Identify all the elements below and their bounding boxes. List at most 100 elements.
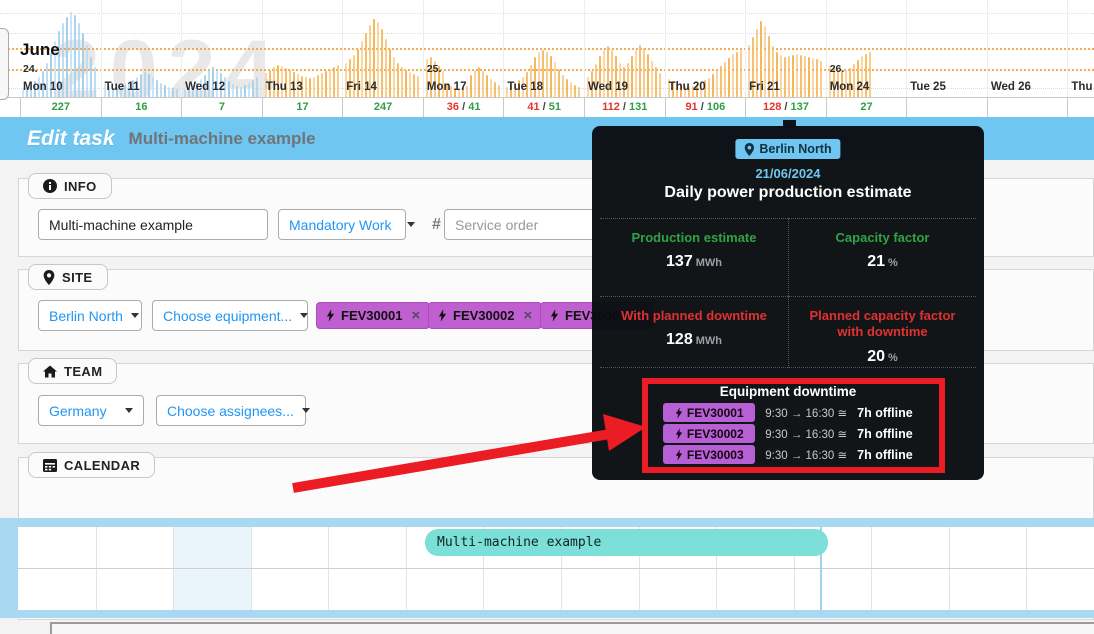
timeline-day[interactable]: Wed 19 (584, 0, 665, 97)
histogram-bar (639, 45, 641, 97)
histogram-bar (417, 76, 419, 97)
equipment-tag-label: FEV30002 (453, 308, 514, 323)
timeline-day[interactable]: Tue 25 (906, 0, 987, 97)
timeline-day[interactable]: Wed 12 (181, 0, 262, 97)
metric-capacity-factor: Capacity factor 21% (788, 218, 976, 296)
team-tab-label: TEAM (64, 364, 102, 379)
histogram-bar (498, 85, 500, 97)
histogram-bar (397, 63, 399, 97)
histogram-bar (329, 69, 331, 97)
tooltip-metrics: Production estimate 137MWh Capacity fact… (600, 218, 976, 368)
day-label: Tue 11 (105, 81, 140, 93)
timeline-day[interactable]: Thu (1067, 0, 1094, 97)
site-tab: SITE (28, 264, 108, 290)
calendar-row-divider (18, 568, 1094, 569)
histogram-bar (635, 50, 637, 97)
timeline-day-count: 91 / 106 (665, 98, 746, 118)
calendar-grid[interactable]: Multi-machine example (18, 527, 1094, 610)
calendar-highlight-band: Multi-machine example (0, 518, 1094, 618)
histogram-bar (724, 62, 726, 97)
chevron-down-icon (302, 408, 310, 413)
timeline-day[interactable]: 26. Mon 24 (826, 0, 907, 97)
remove-tag-icon[interactable]: × (523, 307, 532, 324)
histogram-bar (550, 56, 552, 97)
equipment-tag[interactable]: FEV30002 × (428, 302, 542, 329)
histogram-bar (377, 22, 379, 97)
metric-unit: MWh (696, 257, 722, 269)
tooltip-date: 21/06/2024 (592, 166, 984, 181)
histogram-bar (381, 29, 383, 97)
histogram-bar (164, 85, 166, 97)
day-label: Mon 17 (427, 81, 467, 93)
histogram-bar (474, 70, 476, 97)
timeline-count-row: 2271671724736 / 4141 / 51112 / 13191 / 1… (0, 97, 1094, 117)
timeline-day[interactable]: 25.Mon 17 (423, 0, 504, 97)
histogram-bar (631, 56, 633, 97)
timeline-day-count (987, 98, 1068, 118)
lightning-icon (550, 309, 559, 322)
histogram-bar (804, 56, 806, 97)
histogram-bar (732, 54, 734, 97)
histogram-bar (333, 67, 335, 97)
task-bar[interactable]: Multi-machine example (425, 529, 828, 556)
chevron-down-icon (125, 408, 133, 413)
histogram-bar (393, 57, 395, 97)
timeline-day[interactable]: Thu 20 (665, 0, 746, 97)
info-tab-label: INFO (64, 179, 97, 194)
site-dropdown[interactable]: Berlin North (38, 300, 142, 331)
histogram-bar (808, 57, 810, 97)
timeline-day[interactable]: Wed 26 (987, 0, 1068, 97)
histogram-bar (305, 77, 307, 97)
histogram-bar (566, 79, 568, 97)
remove-tag-icon[interactable]: × (411, 307, 420, 324)
histogram-bar (647, 54, 649, 97)
service-order-hash: # (432, 216, 441, 234)
metric-unit: % (888, 352, 898, 364)
task-name-input[interactable] (38, 209, 268, 240)
histogram-bar (94, 67, 96, 97)
histogram-bar (546, 52, 548, 97)
histogram-bar (792, 55, 794, 97)
metric-value: 137 (666, 253, 693, 270)
histogram-bar (244, 85, 246, 97)
histogram-bar (659, 73, 661, 97)
calendar-tab-label: CALENDAR (64, 458, 140, 473)
day-label: Mon 24 (830, 81, 870, 93)
histogram-bar (385, 39, 387, 97)
histogram-bar (389, 49, 391, 97)
timeline-day-count: 112 / 131 (584, 98, 665, 118)
work-type-dropdown[interactable]: Mandatory Work (278, 209, 406, 240)
histogram-bar (317, 75, 319, 97)
equipment-dropdown[interactable]: Choose equipment... (152, 300, 308, 331)
day-label: Tue 18 (507, 81, 543, 93)
timeline-day[interactable]: Fri 14 (342, 0, 423, 97)
task-name-subtitle: Multi-machine example (129, 129, 316, 149)
timeline-day-count: 27 (826, 98, 907, 118)
timeline-day-count: 128 / 137 (745, 98, 826, 118)
histogram-bar (321, 73, 323, 97)
home-icon (43, 365, 57, 378)
histogram-bar (562, 75, 564, 97)
histogram-bar (232, 84, 234, 97)
histogram-bar (470, 75, 472, 97)
assignees-dropdown[interactable]: Choose assignees... (156, 395, 306, 426)
equipment-tag[interactable]: FEV30001 × (316, 302, 430, 329)
histogram-bar (176, 89, 178, 97)
histogram-bar (74, 15, 76, 97)
timeline-day[interactable]: Fri 21 (745, 0, 826, 97)
timeline-day-count: 17 (262, 98, 343, 118)
timeline-day[interactable]: Thu 13 (262, 0, 343, 97)
chevron-down-icon (300, 313, 308, 318)
day-label: Tue 25 (910, 81, 946, 93)
histogram-bar (655, 67, 657, 97)
histogram-bar (256, 77, 258, 97)
timeline-day[interactable]: Tue 18 (503, 0, 584, 97)
timeline-day[interactable]: Tue 11 (101, 0, 182, 97)
histogram-bar (148, 74, 150, 97)
drawer-handle[interactable] (0, 28, 9, 100)
week-number-label: 26. (830, 63, 845, 75)
histogram-bar (156, 80, 158, 97)
team-dropdown[interactable]: Germany (38, 395, 144, 426)
histogram-bar (728, 58, 730, 97)
metric-planned-downtime: With planned downtime 128MWh (600, 296, 788, 368)
